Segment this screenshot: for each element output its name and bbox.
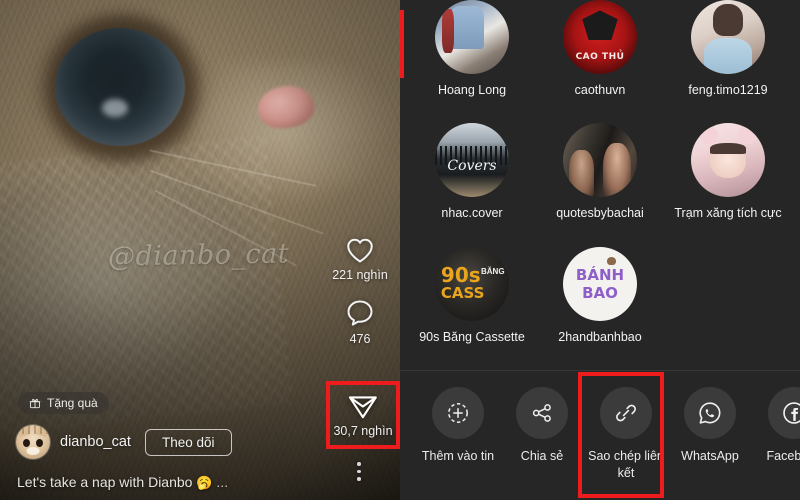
add-to-story-icon xyxy=(432,387,484,439)
contact-name: feng.timo1219 xyxy=(688,83,768,97)
contact-name: 90s Băng Cassette xyxy=(419,329,525,344)
reel-caption[interactable]: Let's take a nap with Dianbo 🥱 ... xyxy=(17,474,228,491)
three-dots-vertical-icon[interactable] xyxy=(357,462,361,481)
share-nodes-icon xyxy=(516,387,568,439)
contact-avatar xyxy=(435,0,509,74)
follow-button[interactable]: Theo dõi xyxy=(144,428,232,456)
send-count: 30,7 nghìn xyxy=(333,423,393,438)
reel-author-row[interactable]: dianbo_cat Theo dõi xyxy=(16,425,232,459)
facebook-icon xyxy=(768,387,800,439)
contact-name: quotesbybachai xyxy=(556,206,644,221)
reel-video-panel[interactable]: @dianbo_cat 221 nghìn 476 30,7 nghìn Tặn… xyxy=(0,0,400,500)
contact-avatar: Covers xyxy=(435,123,509,198)
contact-item[interactable]: BÁNH BAO 2handbanhbao xyxy=(536,246,664,370)
add-to-story-label: Thêm vào tin xyxy=(421,449,495,463)
caption-more[interactable]: ... xyxy=(216,474,228,490)
facebook-button[interactable]: Facebook xyxy=(752,387,800,465)
link-icon xyxy=(600,387,652,439)
heart-icon xyxy=(345,236,375,264)
contact-name: Hoang Long xyxy=(437,83,507,97)
contact-avatar xyxy=(691,0,765,74)
contact-item[interactable]: quotesbybachai xyxy=(536,123,664,246)
comment-button[interactable]: 476 xyxy=(345,298,375,346)
like-button[interactable]: 221 nghìn xyxy=(332,236,388,282)
reel-action-rail: 221 nghìn 476 xyxy=(320,236,400,362)
add-to-story-button[interactable]: Thêm vào tin xyxy=(416,387,500,465)
share-button[interactable]: Chia sẻ xyxy=(500,387,584,465)
contact-name: 2handbanhbao xyxy=(558,329,642,344)
caption-text: Let's take a nap with Dianbo xyxy=(17,474,193,490)
gift-label: Tặng quà xyxy=(47,396,98,410)
gift-button[interactable]: Tặng quà xyxy=(18,392,109,414)
copy-link-label: Sao chép liên kết xyxy=(588,449,664,480)
copy-link-button[interactable]: Sao chép liên kết xyxy=(584,387,668,482)
contact-avatar: CAO THỦ xyxy=(563,0,637,74)
contact-name: Trạm xăng tích cực xyxy=(674,206,782,221)
avatar[interactable] xyxy=(16,425,50,459)
whatsapp-icon xyxy=(684,387,736,439)
contact-item[interactable]: Trạm xăng tích cực xyxy=(664,123,792,246)
contact-avatar xyxy=(691,123,765,198)
comment-count: 476 xyxy=(349,332,371,346)
video-watermark: @dianbo_cat xyxy=(107,238,290,273)
whatsapp-label: WhatsApp xyxy=(681,449,739,463)
whatsapp-button[interactable]: WhatsApp xyxy=(668,387,752,465)
share-label: Chia sẻ xyxy=(520,449,564,463)
contact-avatar xyxy=(563,123,637,198)
contact-item[interactable]: Hoang Long xyxy=(408,0,536,123)
share-sheet-panel[interactable]: Hoang Long CAO THỦ caothuvn feng.timo121… xyxy=(400,0,800,500)
contact-avatar-logo-text: Covers xyxy=(447,158,497,175)
share-contacts-grid: Hoang Long CAO THỦ caothuvn feng.timo121… xyxy=(400,0,800,370)
contact-item[interactable]: feng.timo1219 xyxy=(664,0,792,123)
comment-icon xyxy=(345,298,375,328)
contact-item[interactable]: CAO THỦ caothuvn xyxy=(536,0,664,123)
send-button-highlight-box[interactable]: 30,7 nghìn xyxy=(326,381,400,449)
like-count: 221 nghìn xyxy=(332,268,388,282)
facebook-label: Facebook xyxy=(766,449,800,463)
gift-icon xyxy=(29,397,41,409)
contact-item-empty xyxy=(664,247,792,370)
reel-username[interactable]: dianbo_cat xyxy=(60,434,131,450)
send-highlight-bleed xyxy=(400,10,404,78)
contact-item[interactable]: 90s CASS BĂNG 90s Băng Cassette xyxy=(408,246,536,370)
contact-avatar: 90s CASS BĂNG xyxy=(435,246,509,321)
share-actions-row: Thêm vào tin Chia sẻ Sao chép liên kết W… xyxy=(400,371,800,500)
contact-name: caothuvn xyxy=(574,83,626,97)
contact-avatar: BÁNH BAO xyxy=(563,246,637,321)
screenshot-root: @dianbo_cat 221 nghìn 476 30,7 nghìn Tặn… xyxy=(0,0,800,500)
contact-item[interactable]: Covers nhac.cover xyxy=(408,123,536,246)
send-icon xyxy=(347,393,379,421)
contact-avatar-logo-text: CAO THỦ xyxy=(575,52,625,63)
contact-name: nhac.cover xyxy=(441,206,503,221)
caption-emoji: 🥱 xyxy=(196,475,213,490)
